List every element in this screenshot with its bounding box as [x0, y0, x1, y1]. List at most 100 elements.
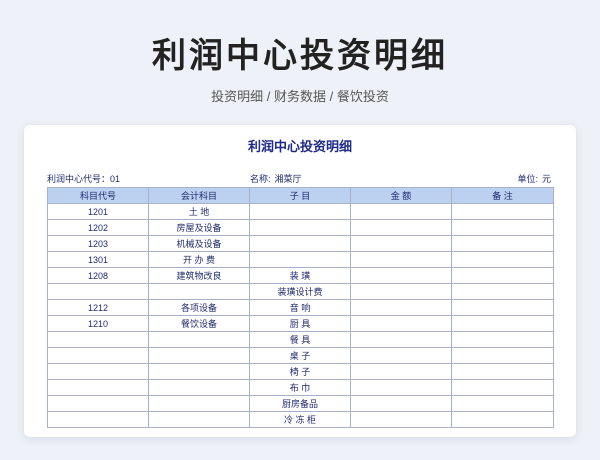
amount-cell	[350, 331, 452, 348]
table-row: 装璜设计费	[47, 283, 554, 300]
account-name-cell	[148, 347, 250, 364]
unit-label: 单位:	[517, 174, 538, 184]
document-card: 利润中心投资明细 利润中心代号：01 名称: 湘菜厅 单位: 元 科目代号 会计科目…	[24, 125, 576, 437]
table-row: 1301 开 办 费	[47, 251, 554, 268]
investment-table: 科目代号 会计科目 子 目 金 额 备 注 1201 土 地 1202 房屋及设备 12…	[47, 187, 554, 428]
account-name-cell: 各项设备	[148, 299, 250, 316]
sub-account-cell: 椅 子	[249, 363, 351, 380]
center-code-value: 01	[110, 174, 121, 184]
table-row: 1212 各项设备音 响	[47, 299, 554, 316]
unit-value: 元	[541, 174, 551, 184]
center-name-label: 名称:	[250, 174, 271, 184]
remark-cell	[451, 315, 554, 332]
amount-cell	[350, 347, 452, 364]
sub-account-cell	[249, 219, 351, 236]
amount-cell	[350, 251, 452, 268]
amount-cell	[350, 315, 452, 332]
account-name-cell: 房屋及设备	[148, 219, 250, 236]
center-code: 利润中心代号：01	[47, 172, 120, 185]
amount-cell	[350, 267, 452, 284]
sub-account-cell: 布 巾	[249, 379, 351, 396]
amount-cell	[350, 363, 452, 380]
sub-account-cell	[249, 251, 351, 268]
remark-cell	[451, 411, 554, 428]
amount-cell	[350, 203, 452, 220]
account-code-cell	[47, 379, 149, 396]
sub-account-cell: 冷 冻 柜	[249, 411, 351, 428]
sub-account-cell	[249, 235, 351, 252]
column-header: 备 注	[451, 187, 554, 204]
sub-account-cell: 装 璜	[249, 267, 351, 284]
table-row: 椅 子	[47, 363, 554, 380]
remark-cell	[451, 347, 554, 364]
account-name-cell: 建筑物改良	[148, 267, 250, 284]
page-subtitle: 投资明细 / 财务数据 / 餐饮投资	[211, 89, 389, 104]
remark-cell	[451, 235, 554, 252]
table-row: 1201 土 地	[47, 203, 554, 220]
amount-cell	[350, 219, 452, 236]
remark-cell	[451, 379, 554, 396]
account-name-cell	[148, 411, 250, 428]
sub-account-cell: 桌 子	[249, 347, 351, 364]
center-code-label: 利润中心代号：	[47, 174, 111, 184]
column-header: 会计科目	[148, 187, 250, 204]
account-name-cell	[148, 379, 250, 396]
unit: 单位: 元	[517, 172, 551, 185]
amount-cell	[350, 235, 452, 252]
account-code-cell	[47, 411, 149, 428]
sub-account-cell: 厨 具	[249, 315, 351, 332]
table-row: 1208 建筑物改良装 璜	[47, 267, 554, 284]
page-title: 利润中心投资明细	[152, 36, 448, 76]
remark-cell	[451, 395, 554, 412]
amount-cell	[350, 395, 452, 412]
account-code-cell	[47, 331, 149, 348]
account-name-cell	[148, 331, 250, 348]
amount-cell	[350, 379, 452, 396]
amount-cell	[350, 283, 452, 300]
account-code-cell	[47, 395, 149, 412]
account-code-cell: 1212	[47, 299, 149, 316]
account-code-cell	[47, 363, 149, 380]
account-name-cell: 土 地	[148, 203, 250, 220]
account-code-cell	[47, 347, 149, 364]
remark-cell	[451, 299, 554, 316]
account-code-cell: 1203	[47, 235, 149, 252]
remark-cell	[451, 363, 554, 380]
account-name-cell	[148, 395, 250, 412]
remark-cell	[451, 283, 554, 300]
table-row: 1202 房屋及设备	[47, 219, 554, 236]
table-row: 桌 子	[47, 347, 554, 364]
table-row: 1203 机械及设备	[47, 235, 554, 252]
table-row: 布 巾	[47, 379, 554, 396]
table-body: 1201 土 地 1202 房屋及设备 1203 机械及设备 1301 开 办 费 1208 建筑…	[47, 203, 554, 428]
sub-account-cell: 厨房备品	[249, 395, 351, 412]
account-code-cell: 1202	[47, 219, 149, 236]
column-header: 金 额	[350, 187, 452, 204]
table-header-row: 科目代号 会计科目 子 目 金 额 备 注	[47, 187, 554, 204]
account-code-cell: 1201	[47, 203, 149, 220]
table-row: 冷 冻 柜	[47, 411, 554, 428]
table-row: 厨房备品	[47, 395, 554, 412]
account-name-cell: 开 办 费	[148, 251, 250, 268]
account-name-cell: 餐饮设备	[148, 315, 250, 332]
sub-account-cell: 餐 具	[249, 331, 351, 348]
remark-cell	[451, 331, 554, 348]
remark-cell	[451, 203, 554, 220]
center-name: 名称: 湘菜厅	[250, 172, 302, 185]
amount-cell	[350, 411, 452, 428]
amount-cell	[350, 299, 452, 316]
account-name-cell: 机械及设备	[148, 235, 250, 252]
account-code-cell	[47, 283, 149, 300]
sub-account-cell: 音 响	[249, 299, 351, 316]
account-name-cell	[148, 283, 250, 300]
document-title: 利润中心投资明细	[247, 139, 352, 154]
account-code-cell: 1301	[47, 251, 149, 268]
sub-account-cell	[249, 203, 351, 220]
account-code-cell: 1210	[47, 315, 149, 332]
table-row: 1210 餐饮设备厨 具	[47, 315, 554, 332]
remark-cell	[451, 219, 554, 236]
account-name-cell	[148, 363, 250, 380]
column-header: 子 目	[249, 187, 351, 204]
account-code-cell: 1208	[47, 267, 149, 284]
table-row: 餐 具	[47, 331, 554, 348]
